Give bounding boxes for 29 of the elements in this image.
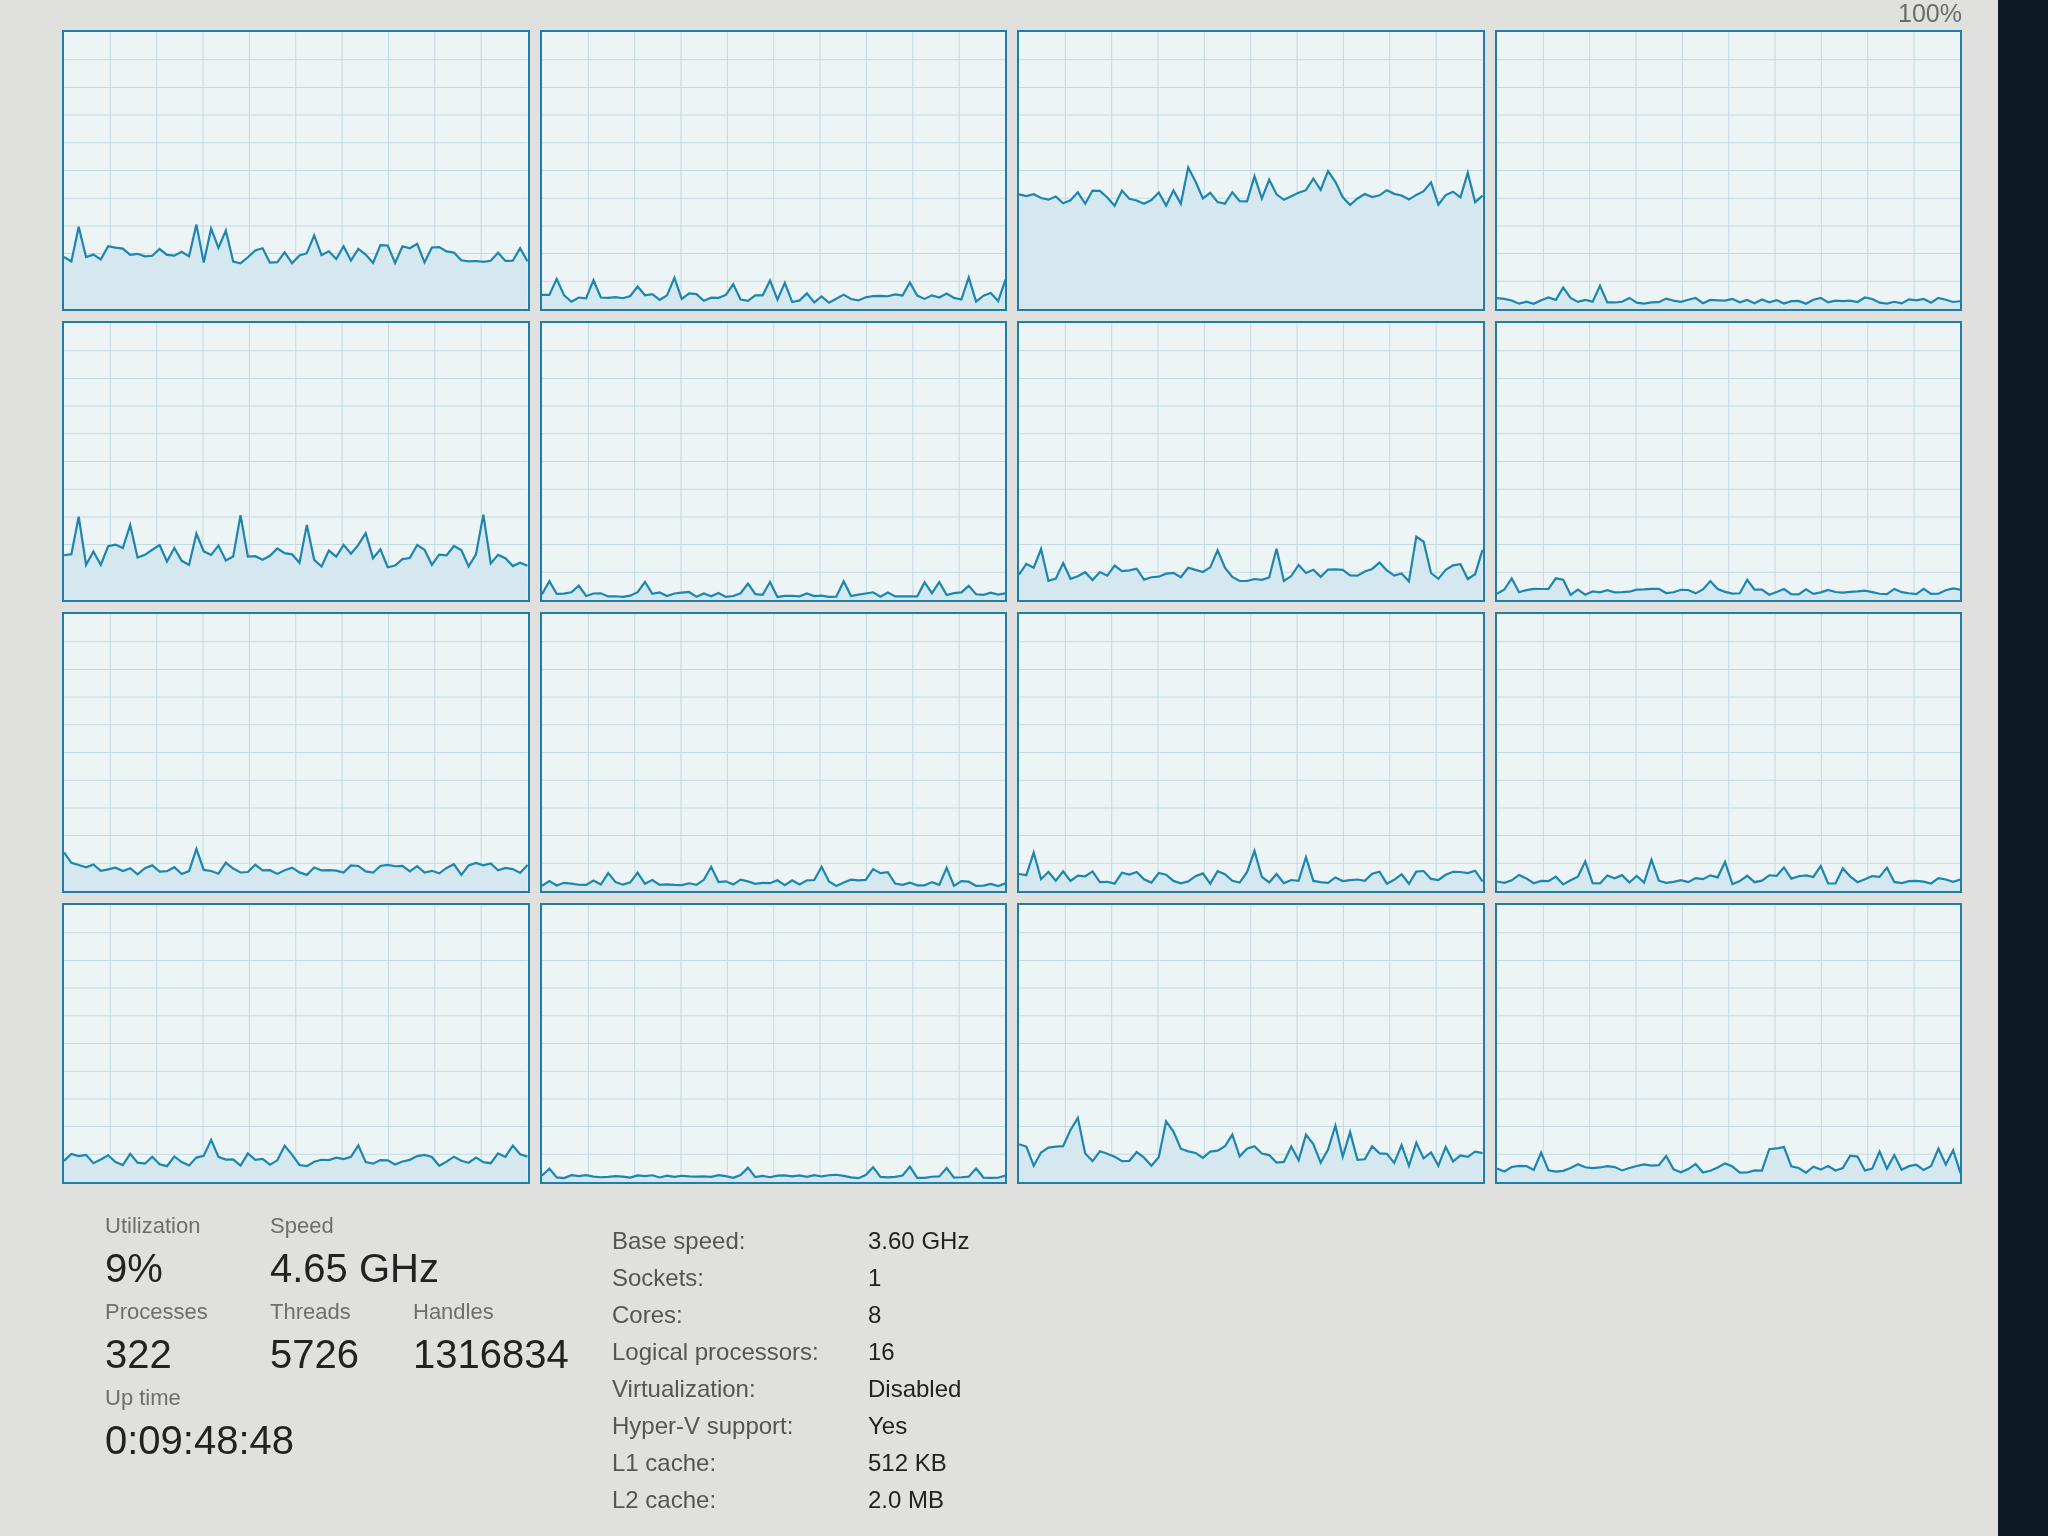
stat-value: 0:09:48:48 [105, 1417, 295, 1464]
detail-label: L2 cache: [612, 1485, 718, 1515]
detail-label: Base speed: [612, 1226, 747, 1256]
stat-label: Utilization [105, 1212, 201, 1240]
detail-value: 512 KB [868, 1448, 948, 1478]
detail-value: Disabled [868, 1374, 963, 1404]
stat-value: 5726 [270, 1331, 359, 1378]
stat-value: 4.65 GHz [270, 1245, 439, 1292]
detail-label: L1 cache: [612, 1448, 718, 1478]
stat-label: Speed [270, 1212, 334, 1240]
detail-label: Cores: [612, 1300, 684, 1330]
stat-label: Processes [105, 1298, 208, 1326]
detail-value: 2.0 MB [868, 1485, 946, 1515]
detail-value: 16 [868, 1337, 896, 1367]
detail-value: 1 [868, 1263, 883, 1293]
stat-label: Up time [105, 1384, 181, 1412]
detail-label: Hyper-V support: [612, 1411, 795, 1441]
detail-value: Yes [868, 1411, 909, 1441]
stat-label: Threads [270, 1298, 351, 1326]
detail-label: Virtualization: [612, 1374, 757, 1404]
detail-value: 3.60 GHz [868, 1226, 970, 1256]
stat-value: 1316834 [413, 1331, 569, 1378]
detail-value: 8 [868, 1300, 883, 1330]
stat-label: Handles [413, 1298, 494, 1326]
stat-value: 322 [105, 1331, 172, 1378]
stat-value: 9% [105, 1245, 163, 1292]
detail-label: Sockets: [612, 1263, 706, 1293]
scale-max-label: 100% [1898, 0, 1962, 29]
detail-label: Logical processors: [612, 1337, 820, 1367]
